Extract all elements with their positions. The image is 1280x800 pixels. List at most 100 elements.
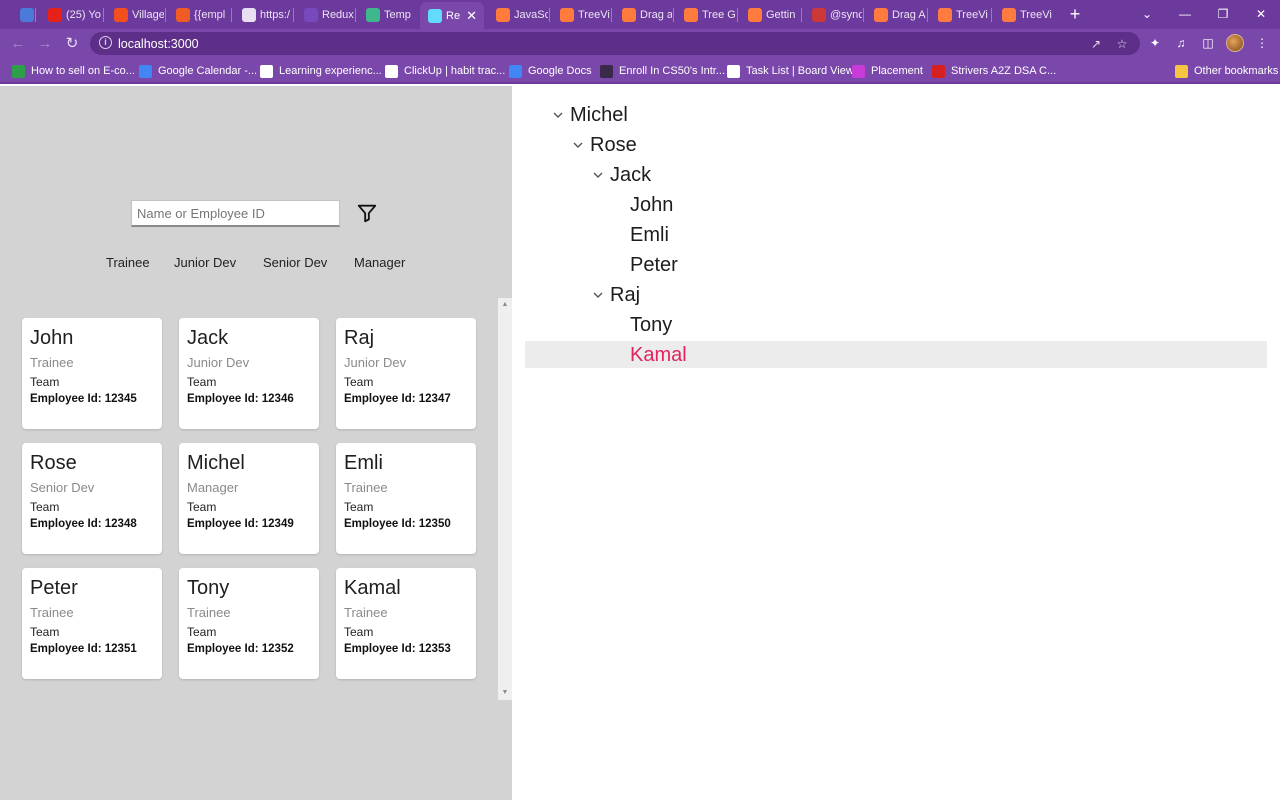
bookmark-item[interactable]: Google Docs (509, 62, 592, 80)
tab-search-chevron-icon[interactable]: ⌄ (1128, 0, 1166, 29)
bookmark-item[interactable]: Google Calendar -... (139, 62, 257, 80)
profile-avatar[interactable] (1226, 34, 1244, 52)
side-panel-icon[interactable]: ◫ (1198, 33, 1218, 53)
url-input[interactable] (118, 34, 418, 53)
tree-node[interactable]: Michel (550, 102, 628, 128)
browser-tab[interactable]: Redux (296, 0, 354, 29)
bookmark-star-icon[interactable]: ☆ (1113, 35, 1131, 53)
scroll-up-arrow-icon[interactable]: ▲ (500, 300, 510, 310)
browser-tab[interactable]: Tree G (676, 0, 736, 29)
browser-tab[interactable]: JavaSc (488, 0, 548, 29)
restore-window-button[interactable]: ❐ (1204, 0, 1242, 29)
tree-node[interactable]: John (610, 192, 673, 218)
syncfusion-icon (1002, 7, 1016, 22)
other-bookmarks[interactable]: Other bookmarks (1175, 62, 1278, 80)
new-tab-button[interactable]: + (1066, 3, 1084, 25)
edx-icon (600, 64, 613, 78)
employee-role: Trainee (344, 480, 388, 495)
media-control-icon[interactable]: ♫ (1171, 33, 1191, 53)
tree-node[interactable]: Emli (610, 222, 669, 248)
employee-team: Team (344, 500, 374, 514)
browser-tab[interactable]: Temp (358, 0, 416, 29)
search-input[interactable] (131, 200, 340, 227)
role-filter-junior-dev[interactable]: Junior Dev (174, 255, 236, 270)
syncfusion-icon (622, 7, 636, 22)
chevron-down-icon[interactable] (590, 287, 606, 303)
tree-node[interactable]: Jack (590, 162, 651, 188)
browser-tab[interactable]: Drag A (866, 0, 926, 29)
employee-card[interactable]: Michel Manager Team Employee Id: 12349 (179, 443, 319, 554)
figma-icon (114, 7, 128, 22)
scroll-down-arrow-icon[interactable]: ▼ (500, 688, 510, 698)
browser-tab-title: Redux (322, 8, 354, 21)
omnibox[interactable]: i ↗ ☆ (90, 32, 1140, 55)
browser-tab[interactable]: Village (106, 0, 164, 29)
tree-node[interactable]: Peter (610, 252, 678, 278)
browser-tab[interactable]: @sync (804, 0, 862, 29)
role-filter-senior-dev[interactable]: Senior Dev (263, 255, 327, 270)
tree-node[interactable]: Raj (590, 282, 640, 308)
close-tab-icon[interactable]: ✕ (466, 8, 477, 24)
syncfusion-icon (496, 7, 510, 22)
forward-arrow-icon[interactable]: → (34, 33, 56, 55)
npm-icon (812, 7, 826, 22)
bookmark-label: Google Calendar -... (158, 65, 258, 77)
tree-spacer (610, 227, 626, 243)
employee-card[interactable]: Peter Trainee Team Employee Id: 12351 (22, 568, 162, 679)
tree-node[interactable]: Rose (570, 132, 637, 158)
browser-tab[interactable]: TreeVi (994, 0, 1054, 29)
browser-tab[interactable]: Drag a (614, 0, 672, 29)
employee-card[interactable]: Jack Junior Dev Team Employee Id: 12346 (179, 318, 319, 429)
syncfusion-icon (874, 7, 888, 22)
bookmark-item[interactable]: How to sell on E-co... (12, 62, 135, 80)
employee-name: Tony (187, 577, 230, 599)
calendar-icon (139, 64, 152, 78)
employee-name: Kamal (344, 577, 401, 599)
tree-node[interactable]: Kamal (610, 342, 687, 368)
chevron-down-icon[interactable] (550, 107, 566, 123)
browser-tab[interactable]: https:/ (234, 0, 292, 29)
employee-card[interactable]: Raj Junior Dev Team Employee Id: 12347 (336, 318, 476, 429)
bookmark-item[interactable]: Enroll In CS50's Intr... (600, 62, 725, 80)
browser-tab[interactable]: {{empl (168, 0, 230, 29)
bookmark-item[interactable]: Task List | Board View (727, 62, 854, 80)
tuf-icon (932, 64, 945, 78)
role-filter-manager[interactable]: Manager (354, 255, 405, 270)
browser-tab[interactable]: TreeVi (930, 0, 990, 29)
chevron-down-icon[interactable] (590, 167, 606, 183)
browser-tab[interactable]: TreeVi (552, 0, 610, 29)
card-list-scrollbar[interactable]: ▲ ▼ (498, 298, 512, 700)
browser-tab[interactable]: (25) Yo (40, 0, 102, 29)
employee-card[interactable]: Kamal Trainee Team Employee Id: 12353 (336, 568, 476, 679)
employee-id: Employee Id: 12349 (187, 518, 294, 530)
browser-menu-icon[interactable]: ⋮ (1252, 33, 1272, 53)
minimize-window-button[interactable]: — (1166, 0, 1204, 29)
chevron-down-icon[interactable] (570, 137, 586, 153)
share-icon[interactable]: ↗ (1087, 35, 1105, 53)
extensions-puzzle-icon[interactable]: ✦ (1145, 33, 1165, 53)
filter-icon[interactable] (356, 202, 378, 224)
syncfusion-icon (560, 7, 574, 22)
back-arrow-icon[interactable]: ← (7, 33, 29, 55)
employee-card[interactable]: John Trainee Team Employee Id: 12345 (22, 318, 162, 429)
browser-tab-title: JavaSc (514, 8, 548, 21)
reload-icon[interactable]: ↻ (61, 33, 83, 55)
browser-tab[interactable] (12, 0, 34, 29)
bookmark-item[interactable]: Placement (852, 62, 923, 80)
site-info-icon[interactable]: i (99, 36, 112, 49)
close-window-button[interactable]: ✕ (1242, 0, 1280, 29)
browser-tab[interactable]: Re ✕ (420, 2, 484, 29)
tab-separator (863, 8, 864, 22)
employee-card[interactable]: Rose Senior Dev Team Employee Id: 12348 (22, 443, 162, 554)
employee-card[interactable]: Emli Trainee Team Employee Id: 12350 (336, 443, 476, 554)
browser-tab[interactable]: Gettin (740, 0, 800, 29)
bookmark-item[interactable]: ClickUp | habit trac... (385, 62, 505, 80)
employee-card[interactable]: Tony Trainee Team Employee Id: 12352 (179, 568, 319, 679)
placement-icon (852, 64, 865, 78)
bookmark-item[interactable]: Learning experienc... (260, 62, 382, 80)
tree-node[interactable]: Tony (610, 312, 672, 338)
bookmark-item[interactable]: Strivers A2Z DSA C... (932, 62, 1056, 80)
tab-separator (737, 8, 738, 22)
browser-tab-title: TreeVi (956, 8, 988, 21)
role-filter-trainee[interactable]: Trainee (106, 255, 150, 270)
